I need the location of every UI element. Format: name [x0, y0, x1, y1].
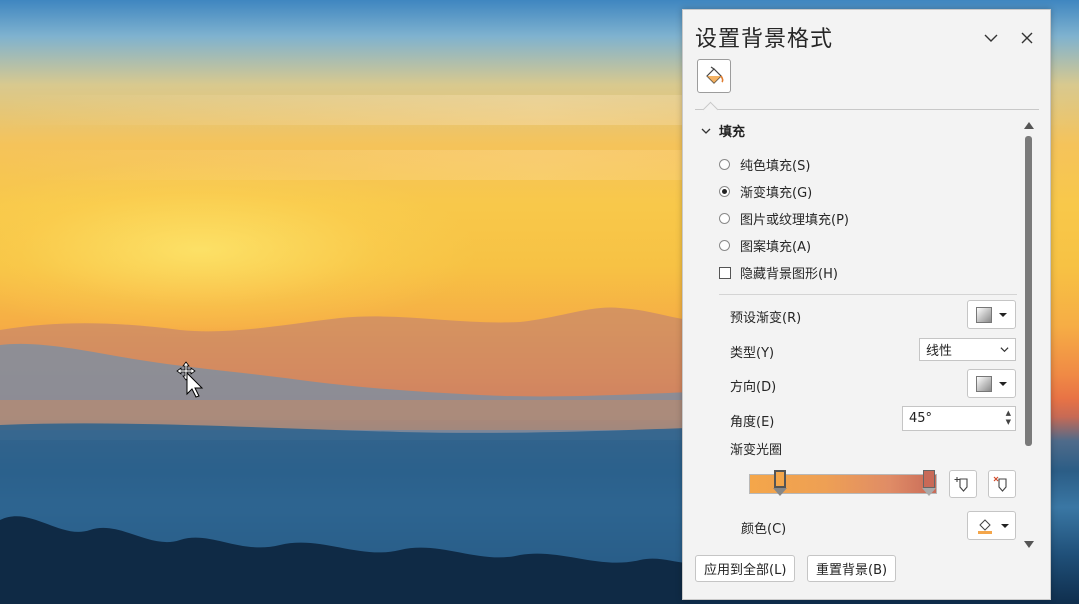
radio-solid-fill[interactable]: 纯色填充(S) — [719, 155, 810, 174]
radio-label: 图片或纹理填充(P) — [740, 213, 849, 228]
radio-button[interactable] — [719, 186, 730, 197]
radio-picture-fill[interactable]: 图片或纹理填充(P) — [719, 209, 849, 228]
hide-bg-graphics-checkbox[interactable]: 隐藏背景图形(H) — [719, 263, 838, 282]
preset-gradient-label: 预设渐变(R) — [730, 311, 802, 326]
pane-close-button[interactable] — [1017, 28, 1037, 48]
stop-swatch — [923, 470, 935, 488]
apply-to-all-button[interactable]: 应用到全部(L) — [695, 555, 796, 582]
remove-stop-icon — [993, 476, 1007, 492]
checkbox-label: 隐藏背景图形(H) — [740, 267, 838, 282]
spin-up-icon[interactable]: ▲ — [1006, 409, 1011, 418]
pane-scroll-content: 填充 纯色填充(S) 渐变填充(G) 图片或纹理填充(P) 图案填充(A) 隐藏… — [683, 116, 1052, 546]
color-picker-dropdown[interactable] — [967, 511, 1016, 540]
gradient-stop-handle[interactable] — [773, 470, 788, 496]
stop-pointer — [773, 488, 787, 496]
pane-options-button[interactable] — [981, 28, 1001, 48]
paint-bucket-icon — [706, 66, 724, 84]
radio-gradient-fill[interactable]: 渐变填充(G) — [719, 182, 812, 201]
direction-label: 方向(D) — [730, 380, 777, 395]
type-select[interactable]: 线性 — [919, 338, 1016, 361]
chevron-down-icon — [1000, 347, 1009, 353]
direction-dropdown[interactable] — [967, 369, 1016, 398]
radio-label: 纯色填充(S) — [740, 159, 811, 174]
gradient-preview-icon — [976, 306, 992, 323]
chevron-down-icon — [984, 34, 998, 42]
stop-swatch — [774, 470, 786, 488]
angle-label: 角度(E) — [730, 415, 775, 430]
add-stop-icon — [954, 477, 968, 492]
category-pointer — [702, 101, 719, 118]
dropdown-arrow-icon — [1001, 523, 1009, 528]
scroll-down-icon[interactable] — [1024, 541, 1034, 548]
move-cursor-icon — [176, 361, 204, 398]
spin-down-icon[interactable]: ▼ — [1006, 418, 1011, 427]
checkbox[interactable] — [719, 266, 731, 279]
radio-button[interactable] — [719, 213, 730, 224]
close-icon — [1021, 32, 1033, 44]
dropdown-arrow-icon — [999, 381, 1007, 386]
fill-category-tab[interactable] — [697, 59, 731, 93]
spinner-arrows[interactable]: ▲ ▼ — [1006, 409, 1011, 427]
gradient-stops-label: 渐变光圈 — [730, 443, 783, 458]
reset-background-button[interactable]: 重置背景(B) — [807, 555, 897, 582]
add-gradient-stop-button[interactable] — [949, 470, 977, 498]
type-label: 类型(Y) — [730, 346, 775, 361]
scroll-up-icon[interactable] — [1024, 122, 1034, 129]
preset-gradient-dropdown[interactable] — [967, 300, 1016, 329]
color-label: 颜色(C) — [741, 522, 787, 537]
radio-button[interactable] — [719, 240, 730, 251]
angle-value: 45° — [909, 411, 933, 426]
scrollbar-thumb[interactable] — [1025, 136, 1032, 446]
pane-title: 设置背景格式 — [695, 27, 834, 52]
angle-spinner[interactable]: 45° ▲ ▼ — [902, 406, 1016, 431]
stop-pointer — [922, 488, 936, 496]
radio-pattern-fill[interactable]: 图案填充(A) — [719, 236, 811, 255]
fill-section-label: 填充 — [719, 125, 746, 140]
radio-label: 渐变填充(G) — [740, 186, 813, 201]
dropdown-arrow-icon — [999, 312, 1007, 317]
category-separator — [695, 109, 1039, 110]
section-divider — [719, 294, 1017, 295]
remove-gradient-stop-button[interactable] — [988, 470, 1016, 498]
chevron-down-icon — [701, 128, 711, 134]
fill-section-header[interactable]: 填充 — [701, 121, 745, 140]
gradient-stop-handle[interactable] — [922, 470, 937, 496]
pane-scrollbar[interactable] — [1021, 116, 1037, 548]
fill-color-icon — [978, 518, 992, 534]
radio-button[interactable] — [719, 159, 730, 170]
radio-label: 图案填充(A) — [740, 240, 812, 255]
type-value: 线性 — [926, 344, 953, 359]
gradient-direction-icon — [976, 375, 992, 392]
format-background-pane: 设置背景格式 填充 纯色填充(S) 渐变填充(G) 图片或纹理填充(P) 图案填… — [682, 9, 1051, 600]
